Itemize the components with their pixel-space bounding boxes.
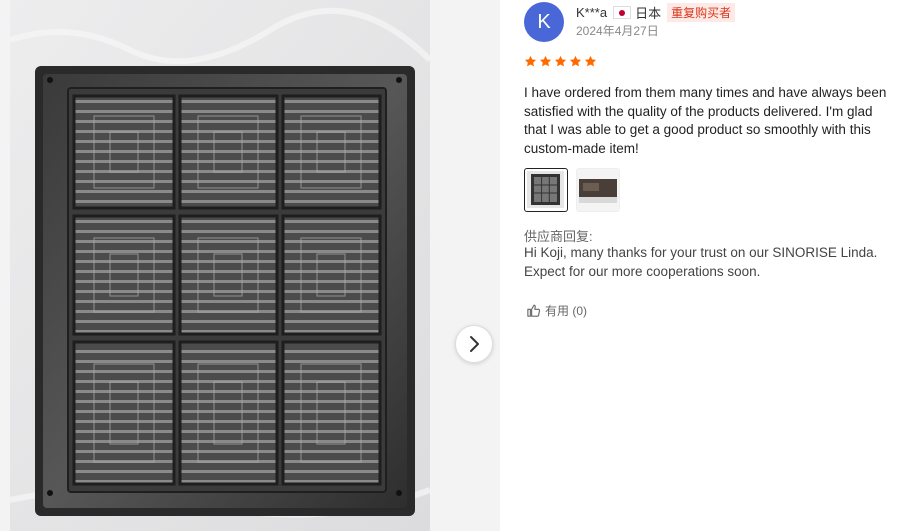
review-photo-viewer [0, 0, 500, 531]
tray-thumbnail-image [527, 171, 564, 208]
thumbnail-package-photo[interactable] [576, 168, 620, 212]
star-icon [524, 55, 537, 67]
reviewer-name: K***a [576, 5, 608, 20]
star-icon [569, 55, 582, 67]
supplier-reply-label: 供应商回复: [524, 229, 593, 244]
star-icon [539, 55, 552, 67]
helpful-button[interactable]: 有用 (0) [526, 302, 587, 319]
star-rating [524, 55, 597, 68]
review-date: 2024年4月27日 [576, 24, 659, 38]
machined-tray-image [10, 0, 430, 531]
package-thumbnail-image [577, 169, 619, 211]
reviewer-country: 日本 [635, 6, 662, 21]
star-icon [584, 55, 597, 67]
repeat-buyer-badge: 重复购买者 [667, 3, 736, 22]
thumbnail-tray-photo[interactable] [524, 168, 568, 212]
reviewer-info: K***a 日本 重复购买者 [576, 3, 736, 22]
star-icon [554, 55, 567, 67]
chevron-right-icon [470, 336, 479, 352]
avatar: K [524, 2, 564, 42]
review-thumbnails [524, 168, 620, 212]
review-text: I have ordered from them many times and … [524, 85, 887, 156]
helpful-label: 有用 (0) [545, 304, 588, 318]
japan-flag-icon [613, 6, 632, 19]
thumbs-up-icon [527, 304, 541, 317]
product-photo [10, 0, 430, 531]
next-image-button[interactable] [455, 325, 493, 363]
supplier-reply-text: Hi Koji, many thanks for your trust on o… [524, 245, 878, 279]
